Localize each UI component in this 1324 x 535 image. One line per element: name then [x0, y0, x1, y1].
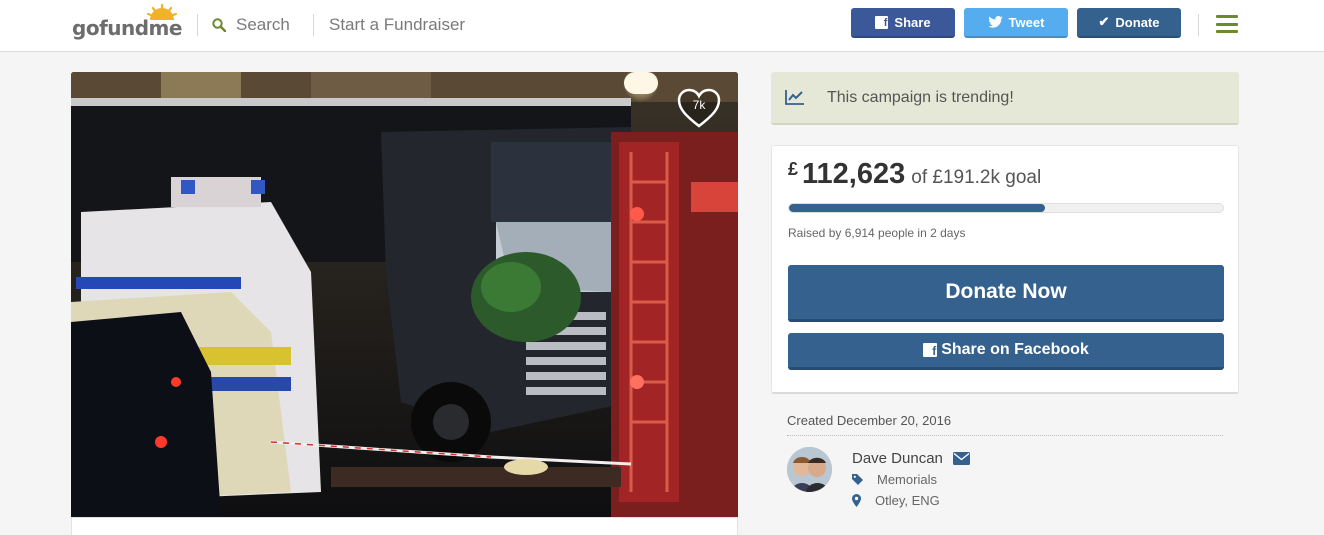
organizer-name[interactable]: Dave Duncan — [852, 450, 943, 467]
trending-text: This campaign is trending! — [827, 89, 1014, 106]
donate-label: Donate — [1115, 14, 1160, 30]
menu-icon[interactable] — [1216, 15, 1238, 33]
currency-symbol: £ — [788, 159, 799, 179]
campaign-photo-scene — [71, 72, 738, 517]
donate-button[interactable]: ✔ Donate — [1077, 8, 1181, 38]
share-facebook-label: Share on Facebook — [941, 341, 1089, 358]
checkmark-icon: ✔ — [1098, 14, 1110, 29]
map-pin-icon — [852, 494, 861, 507]
like-count: 7k — [692, 98, 706, 112]
share-button[interactable]: f Share — [851, 8, 955, 38]
raised-amount: 112,623 — [802, 158, 906, 190]
logo-text: gofundme — [72, 16, 182, 40]
organizer: Dave Duncan — [852, 450, 970, 467]
top-navbar: gofundme Search Start a Fundraiser f Sha… — [0, 0, 1324, 52]
envelope-icon[interactable] — [952, 452, 970, 465]
twitter-icon — [987, 16, 1003, 28]
story-card-top — [71, 517, 738, 535]
facebook-icon: f — [923, 343, 938, 357]
share-on-facebook-button[interactable]: f Share on Facebook — [788, 333, 1224, 370]
search-link[interactable]: Search — [212, 14, 290, 36]
progress-bar-fill — [789, 204, 1045, 212]
created-date: Created December 20, 2016 — [787, 413, 952, 428]
nav-divider — [197, 14, 198, 36]
nav-divider — [313, 14, 314, 36]
trending-chart-icon — [785, 90, 804, 105]
search-icon — [212, 18, 226, 32]
nav-divider — [1198, 14, 1199, 36]
tag-icon — [852, 474, 863, 485]
donate-now-button[interactable]: Donate Now — [788, 265, 1224, 322]
donation-card: £ 112,623 of £191.2k goal Raised by 6,91… — [771, 145, 1239, 394]
amount-raised: £ 112,623 of £191.2k goal — [788, 158, 1041, 191]
avatar[interactable] — [787, 447, 832, 492]
progress-bar — [788, 203, 1224, 213]
campaign-photo — [71, 72, 738, 517]
search-label: Search — [236, 15, 290, 34]
tweet-label: Tweet — [1008, 14, 1045, 30]
raised-by-text: Raised by 6,914 people in 2 days — [788, 226, 966, 240]
location-row: Otley, ENG — [852, 493, 940, 508]
start-fundraiser-link[interactable]: Start a Fundraiser — [329, 15, 465, 35]
goal-text: of £191.2k goal — [911, 167, 1042, 188]
trending-banner: This campaign is trending! — [771, 72, 1239, 125]
tweet-button[interactable]: Tweet — [964, 8, 1068, 38]
category-link[interactable]: Memorials — [877, 472, 937, 487]
location-text: Otley, ENG — [875, 493, 940, 508]
category-row: Memorials — [852, 472, 937, 487]
dotted-divider — [787, 435, 1223, 436]
gofundme-logo[interactable]: gofundme — [72, 4, 182, 44]
share-label: Share — [894, 14, 931, 30]
facebook-icon: f — [875, 15, 889, 29]
